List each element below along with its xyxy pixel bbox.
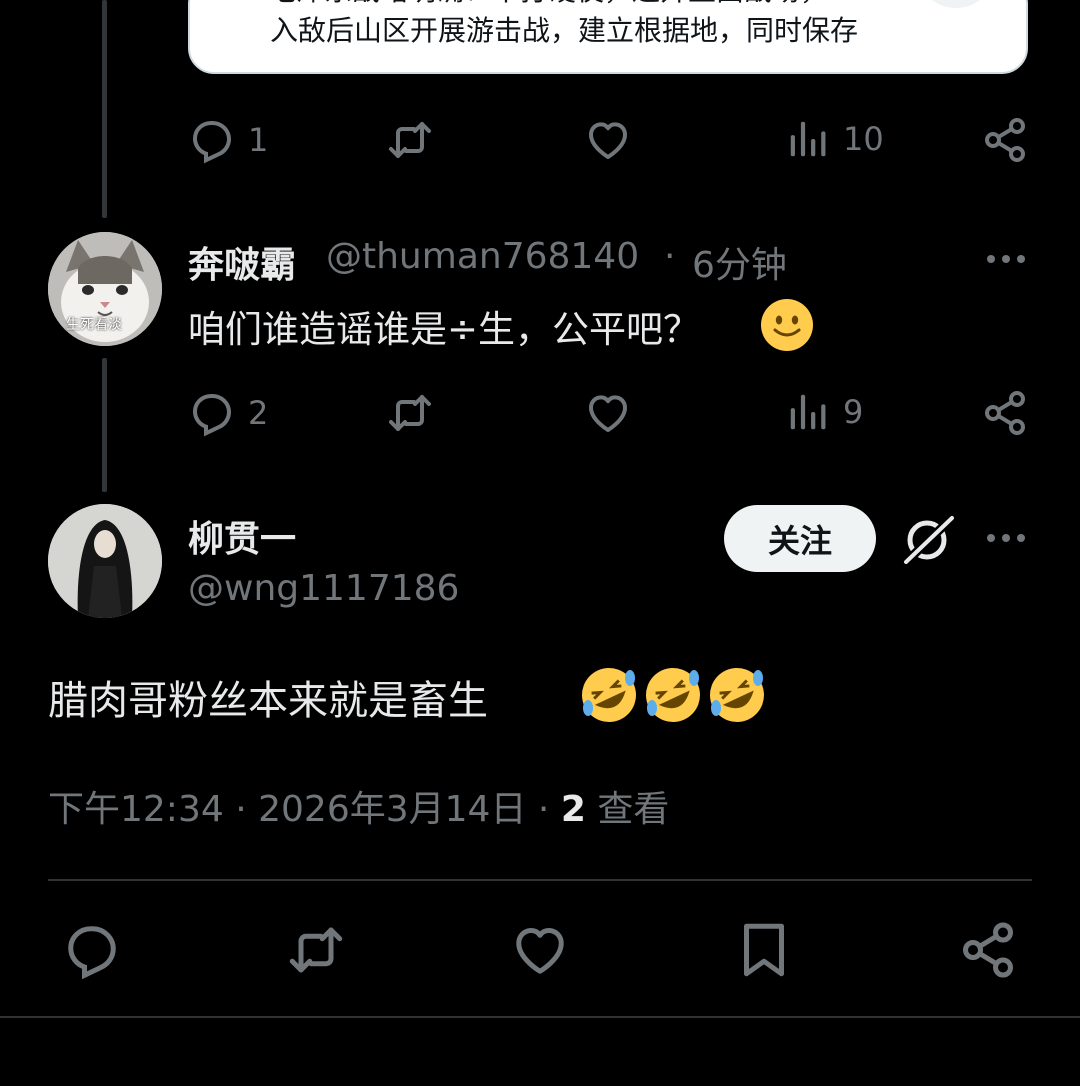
avatar-caption: 生死看淡 (66, 317, 122, 333)
quoted-text-line-2: 入敌后山区开展游击战，建立根据地，同时保存 (270, 14, 859, 47)
avatar[interactable] (48, 504, 162, 618)
retweet-button[interactable] (386, 389, 434, 437)
share-button[interactable] (981, 389, 1029, 437)
reply-button[interactable] (62, 920, 122, 980)
quoted-text-line-1: 毛泽东战略明确：不打硬仗，避开正面战场， (268, 0, 828, 8)
divider (0, 1016, 1080, 1018)
bookmark-button[interactable] (734, 920, 794, 980)
share-button[interactable] (958, 920, 1018, 980)
retweet-icon (386, 116, 434, 164)
separator-dot: · (235, 789, 247, 830)
share-icon (981, 389, 1029, 437)
like-button[interactable] (584, 389, 632, 437)
views-count: 9 (843, 393, 864, 431)
like-icon (510, 920, 570, 980)
post-date[interactable]: 2026年3月14日 (258, 789, 526, 830)
handle[interactable]: @thuman768140 (326, 236, 639, 277)
more-icon[interactable] (987, 534, 1025, 542)
post-metadata: 下午12:34 · 2026年3月14日 · 2 查看 (48, 780, 669, 832)
person-avatar-image (48, 504, 162, 618)
reply-button[interactable]: 2 (188, 389, 268, 437)
emoji-slightly-smiling (761, 299, 813, 351)
display-name[interactable]: 柳贯一 (188, 510, 296, 562)
post-time[interactable]: 下午12:34 (48, 789, 224, 830)
more-icon[interactable] (987, 255, 1025, 263)
reply-text: 咱们谁造谣谁是÷生，公平吧？ (188, 308, 701, 351)
reply-button[interactable]: 1 (188, 116, 268, 164)
retweet-button[interactable] (386, 116, 434, 164)
retweet-icon (284, 920, 348, 980)
post-text: 腊肉哥粉丝本来就是畜生 (48, 678, 488, 724)
timestamp[interactable]: 6分钟 (692, 236, 787, 288)
like-icon (584, 116, 632, 164)
views-icon (785, 116, 831, 162)
view-label[interactable]: 查看 (597, 789, 669, 830)
bookmark-icon (734, 920, 794, 980)
separator-dot: · (664, 236, 676, 277)
divider (48, 879, 1032, 881)
reply-count: 2 (248, 394, 269, 432)
share-icon (958, 920, 1018, 980)
share-button[interactable] (981, 116, 1029, 164)
follow-button[interactable]: 关注 (724, 505, 876, 572)
retweet-icon (386, 389, 434, 437)
avatar[interactable]: 生死看淡 (48, 232, 162, 346)
quoted-post-card[interactable]: • 毛泽东战略明确：不打硬仗，避开正面战场， 入敌后山区开展游击战，建立根据地，… (188, 0, 1028, 74)
expand-button[interactable] (916, 0, 996, 8)
retweet-button[interactable] (284, 920, 348, 980)
reply-icon (188, 389, 236, 437)
views-count: 10 (843, 120, 884, 158)
like-icon (584, 389, 632, 437)
bullet: • (238, 0, 255, 9)
separator-dot: · (537, 789, 550, 830)
emoji-rofl (710, 668, 764, 722)
views-button[interactable]: 9 (785, 389, 863, 435)
emoji-rofl (582, 668, 636, 722)
display-name[interactable]: 奔啵霸 (188, 236, 296, 288)
grok-icon[interactable] (900, 512, 958, 566)
emoji-rofl (646, 668, 700, 722)
thread-line-middle (102, 358, 107, 492)
thread-line-top (102, 0, 107, 218)
reply-icon (188, 116, 236, 164)
reply-count: 1 (248, 121, 269, 159)
views-button[interactable]: 10 (785, 116, 884, 162)
share-icon (981, 116, 1029, 164)
views-icon (785, 389, 831, 435)
like-button[interactable] (510, 920, 570, 980)
like-button[interactable] (584, 116, 632, 164)
reply-icon (62, 920, 122, 980)
handle[interactable]: @wng1117186 (188, 568, 459, 609)
view-count: 2 (560, 789, 586, 830)
